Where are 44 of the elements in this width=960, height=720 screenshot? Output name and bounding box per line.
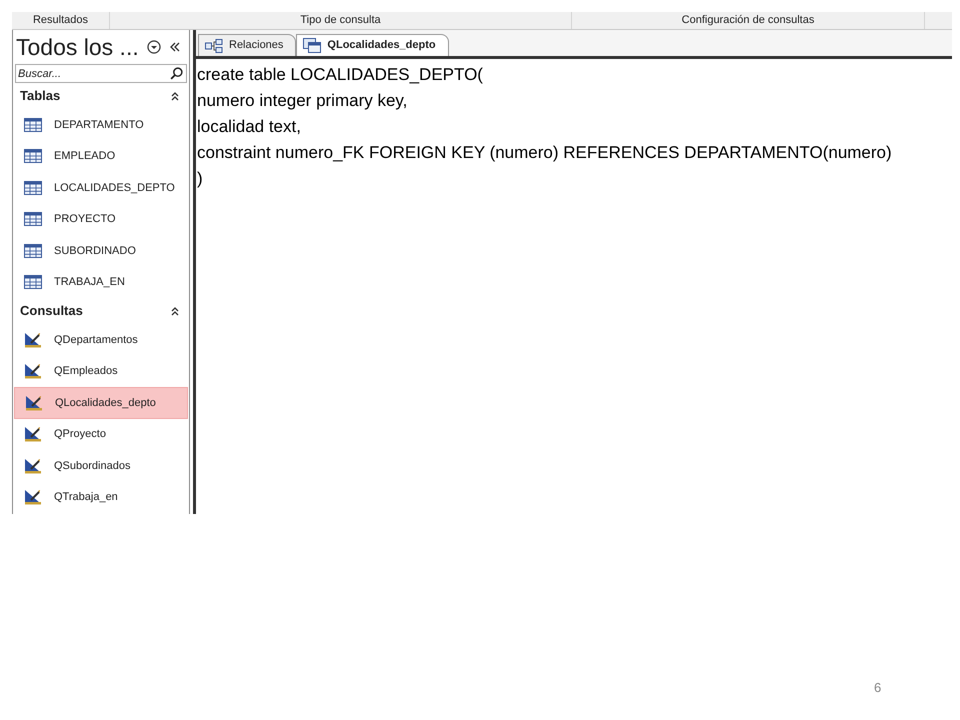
- ribbon-group-label: Tipo de consulta: [300, 13, 381, 28]
- document-tab[interactable]: QLocalidades_depto: [296, 34, 449, 56]
- nav-item[interactable]: QTrabaja_en: [14, 482, 188, 513]
- nav-item[interactable]: SUBORDINADO: [14, 235, 188, 266]
- section-header[interactable]: Tablas: [20, 86, 60, 106]
- nav-item[interactable]: LOCALIDADES_DEPTO: [14, 172, 188, 204]
- query-icon: [25, 394, 43, 411]
- nav-item[interactable]: QSubordinados: [14, 450, 188, 482]
- dropdown-icon[interactable]: [146, 40, 161, 54]
- ribbon-group-label: Resultados: [32, 13, 88, 28]
- code-line: numero integer primary key,: [197, 90, 408, 112]
- code-line: localidad text,: [197, 116, 302, 138]
- nav-item[interactable]: TRABAJA_EN: [14, 266, 188, 298]
- nav-item[interactable]: QProyecto: [14, 418, 188, 450]
- code-line: create table LOCALIDADES_DEPTO(: [197, 64, 484, 86]
- section-header[interactable]: Consultas: [20, 301, 83, 321]
- nav-item[interactable]: QEmpleados: [14, 356, 188, 387]
- table-icon: [24, 212, 42, 226]
- table-icon: [24, 118, 42, 132]
- table-icon: [24, 275, 42, 290]
- table-icon: [24, 244, 42, 258]
- ribbon-group-label: Configuración de consultas: [682, 13, 814, 28]
- code-line: constraint numero_FK FOREIGN KEY (numero) REFERENCES DEPARTAMENTO(numero): [197, 142, 893, 164]
- page-number: 6: [874, 679, 882, 697]
- nav-item[interactable]: EMPLEADO: [14, 140, 188, 172]
- nav-item[interactable]: PROYECTO: [14, 204, 188, 235]
- nav-pane-title: Todos los ...: [16, 32, 139, 62]
- collapse-section-icon[interactable]: [171, 306, 179, 316]
- query-icon: [24, 363, 42, 380]
- query-icon: [24, 332, 42, 348]
- collapse-icon[interactable]: [170, 42, 180, 52]
- document-tab[interactable]: Relaciones: [198, 34, 296, 56]
- query-icon: [24, 426, 42, 442]
- code-line: ): [197, 168, 204, 190]
- table-icon: [24, 149, 42, 164]
- nav-item[interactable]: DEPARTAMENTO: [14, 109, 188, 140]
- query-icon: [24, 458, 42, 474]
- nav-item[interactable]: QDepartamentos: [14, 324, 188, 356]
- relationships-icon: [205, 38, 223, 52]
- collapse-section-icon[interactable]: [171, 92, 179, 100]
- table-icon: [24, 180, 42, 195]
- query-icon: [24, 489, 42, 506]
- nav-item[interactable]: QLocalidades_depto: [14, 387, 188, 418]
- query-tab-icon: [303, 38, 322, 53]
